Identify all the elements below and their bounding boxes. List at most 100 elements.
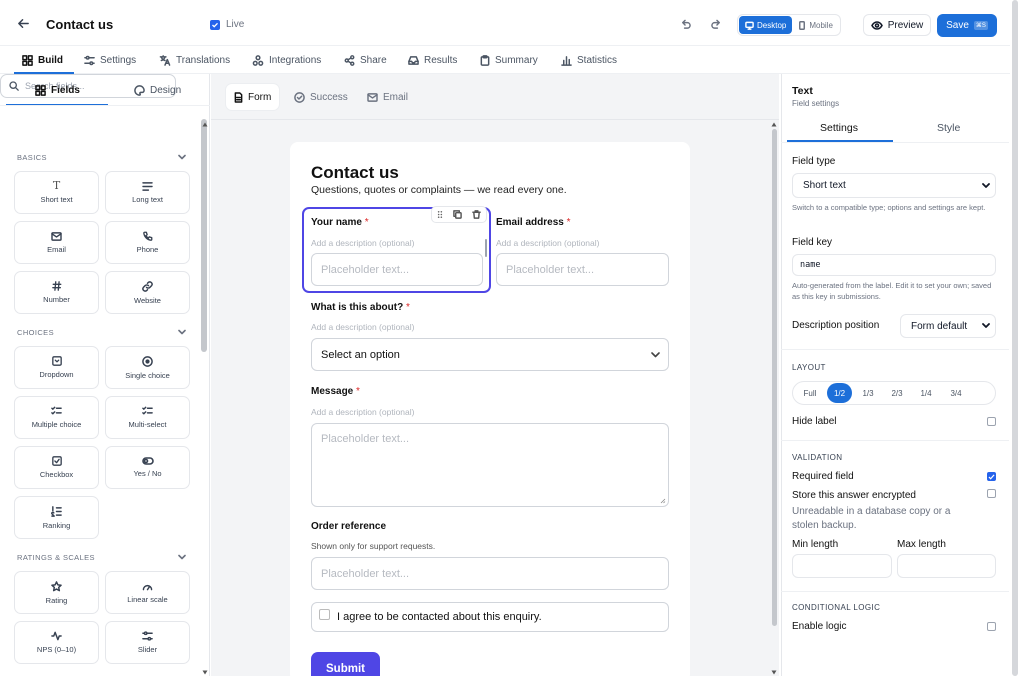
field-type-select[interactable]: Short text bbox=[792, 173, 996, 198]
redo-icon[interactable] bbox=[711, 19, 722, 30]
field-description[interactable]: Add a description (optional) bbox=[311, 238, 414, 248]
resize-grip-icon[interactable] bbox=[660, 498, 666, 504]
chevron-down-icon[interactable] bbox=[178, 154, 186, 160]
settings-subtitle: Field settings bbox=[792, 99, 840, 108]
field-tile-nps[interactable]: NPS (0–10) bbox=[14, 621, 99, 664]
save-button[interactable]: Save ⌘S bbox=[937, 14, 997, 37]
submit-button[interactable]: Submit bbox=[311, 652, 380, 676]
chevron-down-icon[interactable] bbox=[178, 554, 186, 560]
field-tile-checkbox[interactable]: Checkbox bbox=[14, 446, 99, 489]
field-description[interactable]: Add a description (optional) bbox=[496, 238, 599, 248]
layout-option-third[interactable]: 1/3 bbox=[857, 383, 879, 403]
layout-option-quarter[interactable]: 1/4 bbox=[915, 383, 937, 403]
description-position-select[interactable]: Form default bbox=[900, 314, 996, 338]
label-text: Your name bbox=[311, 217, 362, 228]
mobile-toggle[interactable]: Mobile bbox=[792, 16, 839, 34]
min-length-input[interactable] bbox=[792, 554, 892, 578]
chevron-down-icon[interactable] bbox=[178, 329, 186, 335]
field-label-order[interactable]: Order reference bbox=[311, 521, 386, 532]
field-tile-multi-select[interactable]: Multi-select bbox=[105, 396, 190, 439]
scroll-up-arrow-icon[interactable] bbox=[202, 122, 208, 127]
your-name-input[interactable]: Placeholder text... bbox=[311, 253, 483, 286]
divider bbox=[0, 105, 210, 106]
list-checks-icon bbox=[51, 406, 62, 415]
scroll-up-arrow-icon[interactable] bbox=[771, 122, 777, 127]
duplicate-icon[interactable] bbox=[453, 210, 462, 219]
phone-icon bbox=[142, 231, 152, 241]
tab-settings[interactable]: Settings bbox=[84, 46, 136, 74]
back-arrow-icon[interactable] bbox=[17, 17, 30, 30]
form-subtitle[interactable]: Questions, quotes or complaints — we rea… bbox=[311, 184, 567, 196]
preview-button[interactable]: Preview bbox=[863, 14, 931, 36]
consent-field[interactable]: I agree to be contacted about this enqui… bbox=[311, 602, 669, 632]
field-tile-dropdown[interactable]: Dropdown bbox=[14, 346, 99, 389]
email-input[interactable]: Placeholder text... bbox=[496, 253, 669, 286]
layout-option-half[interactable]: 1/2 bbox=[827, 383, 852, 403]
field-label-your-name[interactable]: Your name * bbox=[311, 217, 369, 228]
tab-translations[interactable]: Translations bbox=[159, 46, 230, 74]
resize-handle[interactable] bbox=[485, 239, 487, 257]
subtab-design[interactable]: Design bbox=[134, 75, 181, 105]
field-description[interactable]: Add a description (optional) bbox=[311, 322, 414, 332]
desktop-toggle[interactable]: Desktop bbox=[739, 16, 793, 34]
field-label-email[interactable]: Email address * bbox=[496, 217, 571, 228]
layout-option-two-thirds[interactable]: 2/3 bbox=[886, 383, 908, 403]
layout-option-three-quarters[interactable]: 3/4 bbox=[944, 383, 968, 403]
field-key-input[interactable]: name bbox=[792, 254, 996, 276]
layout-option-full[interactable]: Full bbox=[799, 383, 821, 403]
undo-icon[interactable] bbox=[680, 19, 691, 30]
field-tile-rating[interactable]: Rating bbox=[14, 571, 99, 614]
tab-build[interactable]: Build bbox=[22, 46, 63, 74]
enable-logic-checkbox[interactable] bbox=[987, 622, 996, 631]
field-label-message[interactable]: Message * bbox=[311, 386, 360, 397]
order-description[interactable]: Shown only for support requests. bbox=[311, 541, 435, 551]
left-scrollbar[interactable] bbox=[201, 119, 207, 352]
canvas-tab-success[interactable]: Success bbox=[286, 84, 356, 110]
tile-label: Number bbox=[43, 295, 70, 304]
settings-tab-style[interactable]: Style bbox=[937, 122, 960, 134]
required-field-checkbox[interactable] bbox=[987, 472, 996, 481]
settings-tab-settings[interactable]: Settings bbox=[820, 122, 858, 134]
order-reference-input[interactable]: Placeholder text... bbox=[311, 557, 669, 590]
scroll-down-arrow-icon[interactable] bbox=[202, 670, 208, 675]
chevron-down-icon bbox=[982, 323, 990, 328]
field-tile-multiple-choice[interactable]: Multiple choice bbox=[14, 396, 99, 439]
field-tile-yes-no[interactable]: Yes / No bbox=[105, 446, 190, 489]
tab-share[interactable]: Share bbox=[344, 46, 387, 74]
field-tile-phone[interactable]: Phone bbox=[105, 221, 190, 264]
field-tile-ranking[interactable]: Ranking bbox=[14, 496, 99, 539]
field-label-about[interactable]: What is this about? * bbox=[311, 302, 410, 313]
subtab-fields[interactable]: Fields bbox=[35, 75, 80, 105]
field-tile-number[interactable]: Number bbox=[14, 271, 99, 314]
canvas-scrollbar[interactable] bbox=[772, 129, 777, 626]
live-toggle[interactable]: Live bbox=[210, 19, 244, 30]
max-length-input[interactable] bbox=[897, 554, 996, 578]
consent-checkbox[interactable] bbox=[319, 608, 330, 620]
drag-handle-icon[interactable] bbox=[437, 210, 443, 219]
canvas-tab-form[interactable]: Form bbox=[226, 84, 280, 110]
hide-label-checkbox[interactable] bbox=[987, 417, 996, 426]
canvas-tab-email[interactable]: Email bbox=[359, 84, 416, 110]
tab-summary[interactable]: Summary bbox=[480, 46, 538, 74]
tab-results[interactable]: Results bbox=[408, 46, 457, 74]
form-title[interactable]: Contact us bbox=[311, 163, 399, 183]
field-tile-slider[interactable]: Slider bbox=[105, 621, 190, 664]
field-tile-website[interactable]: Website bbox=[105, 271, 190, 314]
about-select[interactable]: Select an option bbox=[311, 338, 669, 371]
message-textarea[interactable]: Placeholder text... bbox=[311, 423, 669, 507]
live-checkbox[interactable] bbox=[210, 19, 220, 30]
tile-label: Phone bbox=[136, 245, 159, 254]
field-tile-single-choice[interactable]: Single choice bbox=[105, 346, 190, 389]
text-t-icon: T bbox=[52, 179, 61, 192]
encrypt-checkbox[interactable] bbox=[987, 489, 996, 498]
field-description[interactable]: Add a description (optional) bbox=[311, 407, 414, 417]
trash-icon[interactable] bbox=[472, 210, 481, 219]
tab-integrations[interactable]: Integrations bbox=[252, 46, 321, 74]
scroll-down-arrow-icon[interactable] bbox=[771, 670, 777, 675]
field-tile-linear-scale[interactable]: Linear scale bbox=[105, 571, 190, 614]
field-tile-long-text[interactable]: Long text bbox=[105, 171, 190, 214]
field-tile-short-text[interactable]: T Short text bbox=[14, 171, 99, 214]
page-scrollbar[interactable] bbox=[1012, 0, 1018, 676]
tab-statistics[interactable]: Statistics bbox=[561, 46, 617, 74]
field-tile-email[interactable]: Email bbox=[14, 221, 99, 264]
